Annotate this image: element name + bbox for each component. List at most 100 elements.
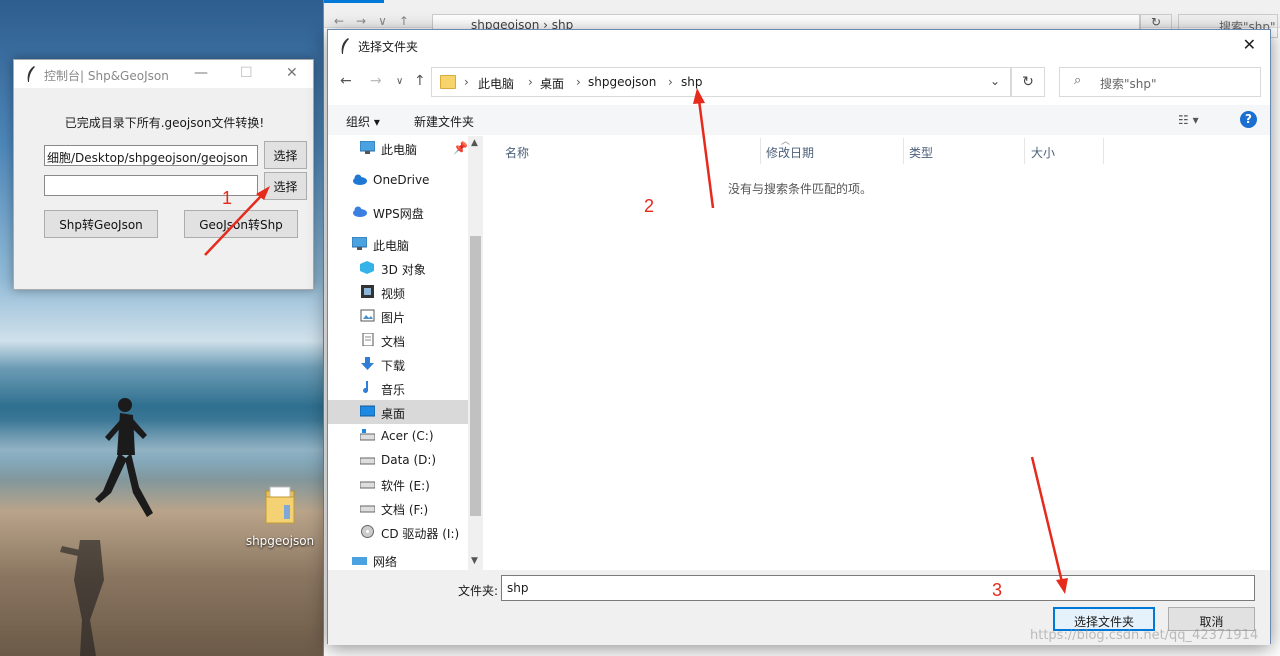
document-icon xyxy=(362,333,374,346)
annotation-number-3: 3 xyxy=(992,580,1003,600)
nav-item-documents[interactable]: 文档 xyxy=(328,328,468,352)
drive-icon xyxy=(360,457,375,465)
column-divider xyxy=(1024,138,1025,164)
pc-icon xyxy=(352,237,367,250)
close-icon[interactable]: ✕ xyxy=(286,65,298,81)
close-icon[interactable]: ✕ xyxy=(1243,35,1256,54)
breadcrumb-shp[interactable]: shp xyxy=(681,75,702,89)
nav-item-network[interactable]: 网络 xyxy=(328,548,468,570)
nav-item-music[interactable]: 音乐 xyxy=(328,376,468,400)
music-icon xyxy=(363,381,369,393)
cube-icon xyxy=(360,261,374,274)
folder-icon xyxy=(440,75,456,89)
annotation-number-2: 2 xyxy=(644,196,655,216)
drive-icon xyxy=(360,505,375,513)
drive-icon xyxy=(360,429,375,441)
folder-icon xyxy=(265,486,295,524)
column-header-type[interactable]: 类型 xyxy=(909,144,933,161)
nav-item-videos[interactable]: 视频 xyxy=(328,280,468,304)
path-entry-1[interactable]: 细胞/Desktop/shpgeojson/geojson xyxy=(44,145,258,166)
dialog-nav-bar: ← → ∨ ↑ › 此电脑 › 桌面 › shpgeojson › shp ⌄ … xyxy=(328,65,1270,99)
recent-locations-icon[interactable]: ∨ xyxy=(396,76,403,87)
search-icon: ⌕ xyxy=(1074,73,1082,88)
shp-to-geojson-button[interactable]: Shp转GeoJson xyxy=(44,210,158,238)
column-header-modified[interactable]: 修改日期 xyxy=(766,144,814,161)
tk-window-title: 控制台| Shp&GeoJson xyxy=(44,69,169,83)
view-options-icon[interactable]: ☷ ▾ xyxy=(1178,113,1199,127)
cloud-icon xyxy=(353,206,367,217)
nav-item-desktop[interactable]: 桌面 xyxy=(328,400,468,424)
tk-status-message: 已完成目录下所有.geojson文件转换! xyxy=(64,116,265,130)
column-header-name[interactable]: 名称 xyxy=(505,144,529,161)
dialog-title: 选择文件夹 xyxy=(358,40,419,54)
nav-scrollbar[interactable]: ▲ ▼ xyxy=(468,136,483,570)
chevron-down-icon[interactable]: ⌄ xyxy=(990,74,1000,88)
video-icon xyxy=(361,285,374,298)
breadcrumb-separator: › xyxy=(668,75,673,89)
nav-item-this-pc[interactable]: 此电脑 xyxy=(328,232,468,256)
desktop-folder-shortcut[interactable]: shpgeojson xyxy=(244,485,316,548)
select-folder-dialog: 选择文件夹 ✕ ← → ∨ ↑ › 此电脑 › 桌面 › shpgeojson … xyxy=(327,29,1271,645)
empty-state-message: 没有与搜索条件匹配的项。 xyxy=(727,182,872,196)
maximize-icon[interactable]: ☐ xyxy=(240,65,253,81)
refresh-icon[interactable]: ↻ xyxy=(1011,67,1045,97)
cd-icon xyxy=(361,525,374,538)
feather-icon xyxy=(341,38,349,54)
nav-item-wps[interactable]: WPS网盘 xyxy=(328,200,468,224)
geojson-to-shp-button[interactable]: GeoJson转Shp xyxy=(184,210,298,238)
breadcrumb-desktop[interactable]: 桌面 xyxy=(540,75,564,92)
nav-item-drive-e[interactable]: 软件 (E:) xyxy=(328,472,468,496)
pc-icon xyxy=(360,141,375,154)
breadcrumb-shpgeojson[interactable]: shpgeojson xyxy=(588,75,656,89)
drive-icon xyxy=(360,481,375,489)
breadcrumb-separator: › xyxy=(464,75,469,89)
back-arrow-icon[interactable]: ← xyxy=(340,73,352,89)
scroll-up-icon[interactable]: ▲ xyxy=(471,138,478,148)
nav-item-cd[interactable]: CD 驱动器 (I:) xyxy=(328,520,468,544)
column-divider xyxy=(1103,138,1104,164)
column-divider xyxy=(903,138,904,164)
back-window-nav-arrows: ←→∨↑ xyxy=(334,14,421,28)
navigation-pane: 此电脑 📌 OneDrive WPS网盘 此电脑 3D 对象 视频 图片 文档 … xyxy=(328,136,483,570)
minimize-icon[interactable]: — xyxy=(194,65,208,81)
dialog-toolbar: 组织 ▾ 新建文件夹 ☷ ▾ ? xyxy=(328,105,1270,135)
dialog-title-bar: 选择文件夹 ✕ xyxy=(328,30,1270,60)
picture-icon xyxy=(360,309,375,322)
feather-icon xyxy=(27,66,35,82)
forward-arrow-icon[interactable]: → xyxy=(370,73,382,89)
nav-item-drive-d[interactable]: Data (D:) xyxy=(328,448,468,472)
help-icon[interactable]: ? xyxy=(1240,111,1257,128)
nav-item-downloads[interactable]: 下载 xyxy=(328,352,468,376)
breadcrumb-pc[interactable]: 此电脑 xyxy=(478,75,514,92)
nav-item-drive-c[interactable]: Acer (C:) xyxy=(328,424,468,448)
select-button-1[interactable]: 选择 xyxy=(264,141,307,169)
cloud-icon xyxy=(353,174,367,185)
new-folder-button[interactable]: 新建文件夹 xyxy=(414,113,474,130)
address-bar[interactable]: › 此电脑 › 桌面 › shpgeojson › shp ⌄ xyxy=(431,67,1011,97)
desktop-icon-label: shpgeojson xyxy=(245,534,315,548)
nav-item-drive-f[interactable]: 文档 (F:) xyxy=(328,496,468,520)
breadcrumb-separator: › xyxy=(528,75,533,89)
up-arrow-icon[interactable]: ↑ xyxy=(414,73,426,89)
runner-figure xyxy=(95,398,153,517)
watermark: https://blog.csdn.net/qq_42371914 xyxy=(1030,628,1259,643)
organize-menu[interactable]: 组织 ▾ xyxy=(346,113,380,130)
folder-label: 文件夹: xyxy=(458,584,499,598)
select-button-2[interactable]: 选择 xyxy=(264,172,307,200)
sea-glint xyxy=(0,420,330,480)
nav-item-3d[interactable]: 3D 对象 xyxy=(328,256,468,280)
nav-item-pictures[interactable]: 图片 xyxy=(328,304,468,328)
nav-item-onedrive[interactable]: OneDrive xyxy=(328,168,468,192)
accent-bar xyxy=(324,0,384,3)
folder-name-input[interactable]: shp xyxy=(501,575,1255,601)
runner-reflection xyxy=(60,540,104,656)
desktop-icon xyxy=(360,405,375,417)
scroll-down-icon[interactable]: ▼ xyxy=(471,556,478,566)
scrollbar-thumb[interactable] xyxy=(470,236,481,516)
column-header-size[interactable]: 大小 xyxy=(1031,144,1055,161)
tk-control-window: 控制台| Shp&GeoJson — ☐ ✕ 已完成目录下所有.geojson文… xyxy=(13,59,314,290)
search-input[interactable]: 搜索"shp" xyxy=(1059,67,1261,97)
nav-item-quick-pc[interactable]: 此电脑 📌 xyxy=(328,136,468,160)
file-list-pane: ︿ 名称 修改日期 类型 大小 没有与搜索条件匹配的项。 xyxy=(485,136,1270,570)
download-icon xyxy=(361,357,374,370)
